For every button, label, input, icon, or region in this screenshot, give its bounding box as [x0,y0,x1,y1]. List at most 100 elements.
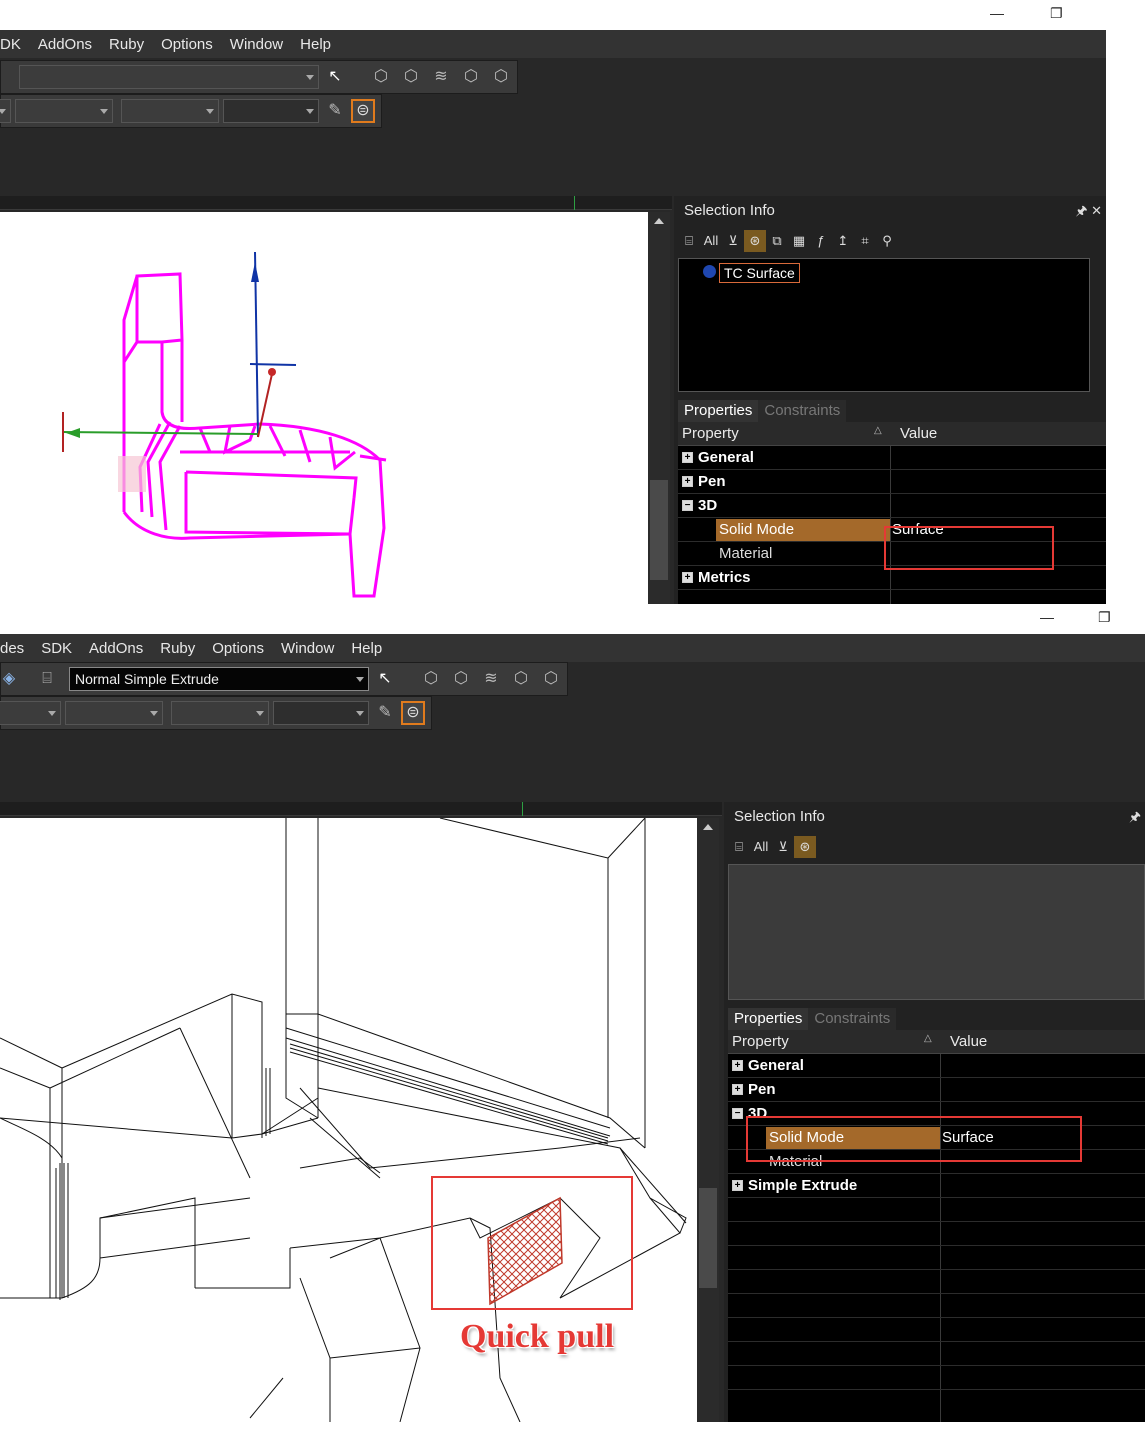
line-combo[interactable] [15,99,113,123]
tab-properties[interactable]: Properties [678,400,759,422]
solid-tool-icon-2[interactable]: ⬡ [399,65,423,89]
expand-icon[interactable]: + [682,476,693,487]
menu-options[interactable]: Options [212,640,264,657]
sort-icon[interactable]: △ [874,425,882,436]
solid-tool-icon-3[interactable]: ≋ [479,667,503,691]
menu-addons[interactable]: AddOns [38,36,92,53]
row-pen[interactable]: + Pen [678,470,1106,494]
axis-icon[interactable]: ↥ [832,230,854,252]
minimize-button[interactable]: — [1040,610,1054,624]
tab-properties[interactable]: Properties [728,1008,809,1030]
tree-item-tc-surface[interactable]: TC Surface [719,263,800,283]
expand-icon[interactable]: + [682,572,693,583]
row-general[interactable]: + General [678,446,1106,470]
solid-tool-icon-4[interactable]: ⬡ [459,65,483,89]
header-property[interactable]: Property [682,425,739,442]
scroll-thumb[interactable] [650,480,668,580]
scroll-up-icon[interactable] [654,218,664,224]
solid-tool-icon-1[interactable]: ⬡ [419,667,443,691]
cube-icon[interactable]: ◈ [0,667,21,691]
filter-icon[interactable]: ⊻ [772,836,794,858]
copy-icon[interactable]: ⧉ [766,230,788,252]
tab-constraints[interactable]: Constraints [758,400,847,422]
properties-icon[interactable]: ⌸ [678,230,700,252]
selection-tree[interactable]: TC Surface [678,258,1090,392]
collapse-icon[interactable]: − [732,1108,743,1119]
solid-tool-icon-2[interactable]: ⬡ [449,667,473,691]
style-combo[interactable] [273,701,369,725]
top-app-window: DK AddOns Ruby Options Window Help ↖ ⬡ ⬡… [0,30,1106,604]
row-pen[interactable]: + Pen [728,1078,1145,1102]
formula-icon[interactable]: ƒ [810,230,832,252]
style-combo[interactable] [223,99,319,123]
expand-icon[interactable]: + [732,1180,743,1191]
menu-modes[interactable]: des [0,640,24,657]
bottom-drawing-canvas[interactable]: Quick pull [0,818,697,1422]
row-simple-extrude[interactable]: + Simple Extrude [728,1174,1145,1198]
expand-icon[interactable]: + [732,1084,743,1095]
menu-sdk[interactable]: DK [0,36,21,53]
menu-help[interactable]: Help [351,640,382,657]
menu-help[interactable]: Help [300,36,331,53]
tool-combo[interactable] [19,65,319,89]
menu-addons[interactable]: AddOns [89,640,143,657]
header-property[interactable]: Property [732,1033,789,1050]
menu-ruby[interactable]: Ruby [109,36,144,53]
panel-pin-close-buttons[interactable]: 🖈 ✕ [1075,202,1102,224]
row-3d[interactable]: − 3D [678,494,1106,518]
menu-options[interactable]: Options [161,36,213,53]
solid-tool-icon-3[interactable]: ≋ [429,65,453,89]
scroll-thumb[interactable] [699,1188,717,1288]
solid-tool-icon-4[interactable]: ⬡ [509,667,533,691]
row-label: General [698,449,754,466]
selection-tree[interactable] [728,864,1145,1000]
layer-icon[interactable]: ⊛ [744,230,766,252]
chevron-down-icon [306,75,314,80]
maximize-button[interactable]: ❐ [1050,6,1063,20]
properties-icon[interactable]: ⌸ [35,667,59,691]
solid-tool-icon-1[interactable]: ⬡ [369,65,393,89]
panel-pin-button[interactable]: 🖈 [1129,808,1141,830]
pencil-icon[interactable]: ✎ [323,99,347,123]
maximize-button[interactable]: ❐ [1098,610,1111,624]
properties-icon[interactable]: ⌸ [728,836,750,858]
header-value[interactable]: Value [950,1033,987,1050]
select-all-button[interactable]: All [750,836,772,858]
zoom-icon[interactable]: ⚲ [876,230,898,252]
help-pointer-icon[interactable]: ↖ [323,65,347,89]
expand-icon[interactable]: + [682,452,693,463]
tab-constraints[interactable]: Constraints [808,1008,897,1030]
stack-icon[interactable]: ⊜ [351,99,375,123]
table-icon[interactable]: ▦ [788,230,810,252]
stack-icon[interactable]: ⊜ [401,701,425,725]
sort-icon[interactable]: △ [924,1033,932,1044]
expand-icon[interactable]: + [732,1060,743,1071]
tool-combo[interactable]: Normal Simple Extrude [69,667,369,691]
help-pointer-icon[interactable]: ↖ [373,667,397,691]
solid-tool-icon-5[interactable]: ⬡ [539,667,563,691]
bottom-canvas-scrollbar[interactable] [697,818,719,1422]
chevron-down-icon [356,711,364,716]
collapse-icon[interactable]: − [682,500,693,511]
menu-window[interactable]: Window [230,36,283,53]
menu-sdk[interactable]: SDK [41,640,72,657]
header-value[interactable]: Value [900,425,937,442]
select-all-button[interactable]: All [700,230,722,252]
layer-icon[interactable]: ⊛ [794,836,816,858]
menu-ruby[interactable]: Ruby [160,640,195,657]
top-drawing-canvas[interactable] [0,212,648,604]
row-general[interactable]: + General [728,1054,1145,1078]
menu-window[interactable]: Window [281,640,334,657]
pen-combo[interactable] [0,701,61,725]
weight-combo[interactable] [171,701,269,725]
weight-combo[interactable] [121,99,219,123]
line-combo[interactable] [65,701,163,725]
filter-icon[interactable]: ⊻ [722,230,744,252]
scroll-up-icon[interactable] [703,824,713,830]
minimize-button[interactable]: — [990,6,1004,20]
solid-tool-icon-5[interactable]: ⬡ [489,65,513,89]
top-canvas-scrollbar[interactable] [648,212,670,604]
bounds-icon[interactable]: ⌗ [854,230,876,252]
pencil-icon[interactable]: ✎ [373,701,397,725]
pen-combo[interactable] [0,99,11,123]
